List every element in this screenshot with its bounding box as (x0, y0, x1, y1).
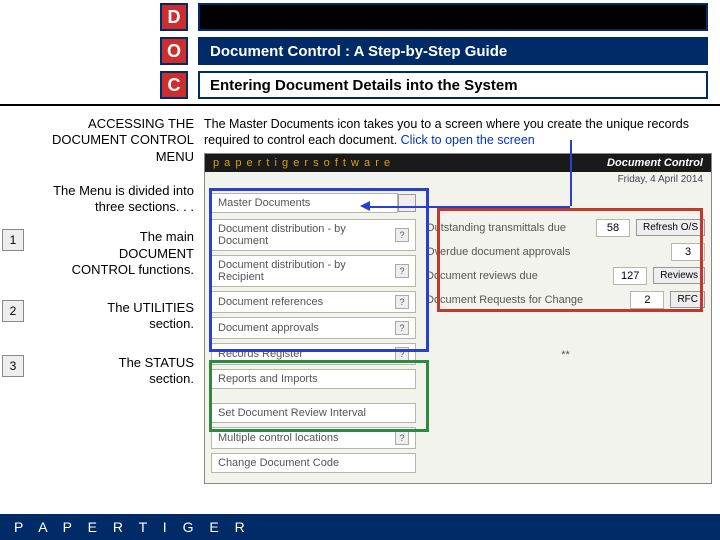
reviews-button[interactable]: Reviews (653, 267, 705, 284)
label: Document distribution - by Document (218, 223, 391, 247)
label: Records Register (218, 348, 391, 360)
section-number-3: 3 (2, 355, 24, 377)
label: Reports and Imports (218, 373, 409, 385)
divided-text: The Menu is divided into three sections.… (4, 183, 194, 216)
header-bar-1 (198, 3, 708, 31)
txt: three sections. . . (95, 199, 194, 214)
intro-text: The Master Documents icon takes you to a… (204, 116, 712, 149)
menu-item-references[interactable]: Document references? (211, 291, 416, 313)
status-rfc: Document Requests for Change 2 RFC (426, 291, 705, 309)
menu-item-reports[interactable]: Reports and Imports (211, 369, 416, 389)
help-icon[interactable]: ? (395, 228, 409, 242)
menu-item-approvals[interactable]: Document approvals? (211, 317, 416, 339)
txt: The main (140, 229, 194, 244)
status-approvals: Overdue document approvals 3 (426, 243, 705, 261)
header-letter-o: O (160, 37, 188, 65)
section-3: 3 The STATUS section. (4, 355, 194, 388)
menu-item-dist-recip[interactable]: Document distribution - by Recipient? (211, 255, 416, 287)
status-reviews: Document reviews due 127 Reviews (426, 267, 705, 285)
left-column: ACCESSING THE DOCUMENT CONTROL MENU The … (0, 112, 200, 484)
txt: section. (149, 371, 194, 386)
label: Document reviews due (426, 270, 607, 282)
txt: DOCUMENT CONTROL (52, 132, 194, 147)
value: 3 (671, 243, 705, 261)
help-icon[interactable]: ? (395, 295, 409, 309)
section-2: 2 The UTILITIES section. (4, 300, 194, 333)
help-icon[interactable]: ? (395, 431, 409, 445)
label: Document approvals (218, 322, 391, 334)
label: Multiple control locations (218, 432, 391, 444)
help-icon[interactable]: ? (395, 264, 409, 278)
label: Document Requests for Change (426, 294, 624, 306)
txt: The UTILITIES (107, 300, 194, 315)
txt: section. (149, 316, 194, 331)
speaker-icon[interactable] (398, 194, 416, 212)
section-1-text: The main DOCUMENT CONTROL functions. (24, 229, 194, 278)
txt: ACCESSING THE (88, 116, 194, 131)
arrow-seg (370, 206, 570, 208)
value: 127 (613, 267, 647, 285)
header-letter-c: C (160, 71, 188, 99)
menu-item-review-interval[interactable]: Set Document Review Interval (211, 403, 416, 423)
main-area: ACCESSING THE DOCUMENT CONTROL MENU The … (0, 112, 720, 484)
app-date: Friday, 4 April 2014 (205, 172, 711, 187)
app-screenshot: p a p e r t i g e r s o f t w a r e Docu… (204, 153, 712, 484)
menu-item-change-code[interactable]: Change Document Code (211, 453, 416, 473)
header-title-1: Document Control : A Step-by-Step Guide (198, 37, 708, 65)
rfc-button[interactable]: RFC (670, 291, 705, 308)
label: Document references (218, 296, 391, 308)
arrow-icon (360, 201, 370, 211)
header-title-2: Entering Document Details into the Syste… (198, 71, 708, 99)
right-column: The Master Documents icon takes you to a… (200, 112, 720, 484)
txt: The STATUS (119, 355, 194, 370)
header-letter-d: D (160, 3, 188, 31)
txt: The Menu is divided into (53, 183, 194, 198)
section-number-2: 2 (2, 300, 24, 322)
app-menu-col: Master Documents Document distribution -… (211, 193, 416, 477)
label: Change Document Code (218, 457, 409, 469)
section-1: 1 The main DOCUMENT CONTROL functions. (4, 229, 194, 278)
footer-bar: P A P E R T I G E R (0, 514, 720, 540)
label: Overdue document approvals (426, 246, 665, 258)
app-status-col: Outstanding transmittals due 58 Refresh … (426, 193, 705, 477)
stars: ** (426, 349, 705, 361)
txt: DOCUMENT (119, 246, 194, 261)
menu-item-multi-locations[interactable]: Multiple control locations? (211, 427, 416, 449)
app-panel-name: Document Control (607, 157, 703, 169)
menu-item-dist-doc[interactable]: Document distribution - by Document? (211, 219, 416, 251)
txt: CONTROL functions. (72, 262, 194, 277)
help-icon[interactable]: ? (395, 321, 409, 335)
app-titlebar: p a p e r t i g e r s o f t w a r e Docu… (205, 154, 711, 172)
arrow-seg (570, 140, 572, 206)
header-divider (0, 104, 720, 106)
app-brand: p a p e r t i g e r s o f t w a r e (213, 157, 391, 169)
footer-text: P A P E R T I G E R (14, 519, 251, 535)
section-3-text: The STATUS section. (24, 355, 194, 388)
app-body: Master Documents Document distribution -… (205, 187, 711, 483)
label: Document distribution - by Recipient (218, 259, 391, 283)
label: Outstanding transmittals due (426, 222, 590, 234)
menu-item-records[interactable]: Records Register? (211, 343, 416, 365)
value: 2 (630, 291, 664, 309)
header-block: D O Document Control : A Step-by-Step Gu… (0, 0, 720, 102)
txt: MENU (156, 149, 194, 164)
help-icon[interactable]: ? (395, 347, 409, 361)
section-2-text: The UTILITIES section. (24, 300, 194, 333)
value: 58 (596, 219, 630, 237)
refresh-button[interactable]: Refresh O/S (636, 219, 705, 236)
label: Set Document Review Interval (218, 407, 409, 419)
intro-link[interactable]: Click to open the screen (401, 133, 535, 147)
accessing-title: ACCESSING THE DOCUMENT CONTROL MENU (4, 116, 194, 165)
status-transmittals: Outstanding transmittals due 58 Refresh … (426, 219, 705, 237)
section-number-1: 1 (2, 229, 24, 251)
